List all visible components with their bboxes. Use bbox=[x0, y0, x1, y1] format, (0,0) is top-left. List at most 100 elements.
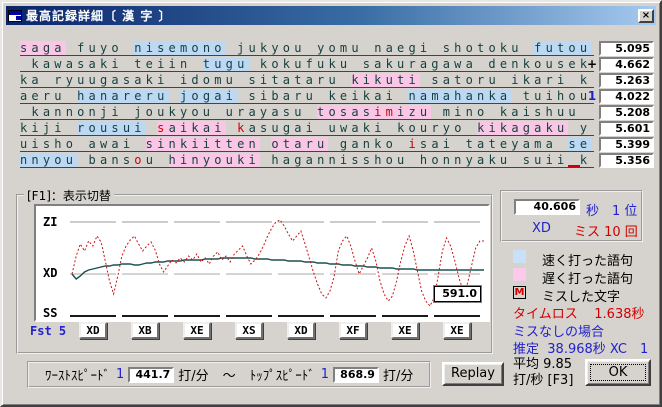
line-mark bbox=[585, 137, 599, 153]
line-mark bbox=[585, 73, 599, 89]
typing-segment: hanareru bbox=[77, 89, 169, 103]
typing-segment: sibaru keikai bbox=[237, 89, 409, 103]
app-icon bbox=[8, 9, 22, 22]
graph-group-label: [F1]：表示切替 bbox=[24, 187, 114, 204]
typing-line: kiji rousui saikai kasugai uwaki kouryo … bbox=[20, 121, 594, 136]
worst-speed-rank: 1 bbox=[116, 367, 125, 382]
line-key-box-3: XE bbox=[183, 322, 211, 339]
fst-label: Fst 5 bbox=[30, 324, 67, 338]
typing-segment bbox=[568, 153, 580, 167]
window-title: 最高記録詳細〔 漢 字 〕 bbox=[26, 9, 172, 23]
typing-line: nnyou bansou hinyouki hagannisshou honny… bbox=[20, 153, 594, 168]
result-stats-box: 40.606 秒 1 位 XD ミス 10 回 bbox=[500, 190, 643, 242]
speed-graph-svg bbox=[70, 219, 484, 317]
typing-line: ka ryuugasaki idomu sitataru kikuti sato… bbox=[20, 73, 594, 88]
fast-label: 速く打った語句 bbox=[542, 254, 634, 269]
typing-lines: saga fuyo nisemono jukyou yomu naegi sho… bbox=[20, 41, 594, 169]
speed-range-panel: ﾜｰｽﾄｽﾋﾟｰﾄﾞ 1 441.7 打/分 ～ ﾄｯﾌﾟｽﾋﾟｰﾄﾞ 1 86… bbox=[27, 361, 431, 388]
typing-segment: asugai uwaki kouryo bbox=[248, 121, 478, 135]
line-mark: 1 bbox=[587, 89, 597, 103]
typing-segment: o bbox=[134, 153, 146, 167]
typing-segment: jogai bbox=[179, 89, 238, 103]
ok-focus-rect bbox=[590, 364, 646, 381]
replay-button[interactable]: Replay bbox=[442, 362, 504, 386]
typing-segment: ka ryuugasaki idomu sitataru bbox=[20, 73, 352, 87]
timeloss-label: タイムロス bbox=[513, 307, 578, 322]
typing-line: saga fuyo nisemono jukyou yomu naegi sho… bbox=[20, 41, 594, 56]
line-key-box-1: XD bbox=[79, 322, 107, 339]
typing-segment: tugu bbox=[202, 57, 249, 71]
typing-line: kannonji joukyou urayasu tosasimizu mino… bbox=[20, 105, 594, 120]
line-time-value: 5.263 bbox=[599, 73, 654, 88]
typing-line: uisho awai sinkiitten otaru ganko isai t… bbox=[20, 137, 594, 152]
top-speed-rank: 1 bbox=[320, 367, 329, 382]
line-time-values: 5.095 4.662 5.263 4.022 5.208 5.601 5.399 5.356 bbox=[599, 41, 654, 169]
close-icon[interactable]: × bbox=[638, 8, 654, 23]
typing-segment: s bbox=[157, 121, 169, 135]
timeloss-value: 1.638秒 bbox=[594, 307, 645, 322]
typing-segment: kannonji joukyou urayasu bbox=[20, 105, 318, 119]
ok-button[interactable]: OK bbox=[585, 359, 651, 386]
titlebar: 最高記録詳細〔 漢 字 〕 × bbox=[6, 6, 656, 25]
typing-segment: kokufuku sakuragawa denkousek bbox=[248, 57, 592, 71]
typing-line: aeru hanareru jogai sibaru keikai namaha… bbox=[20, 89, 594, 104]
typing-segment: mino kaishuu bbox=[431, 105, 580, 119]
line-key-box-7: XE bbox=[391, 322, 419, 339]
typing-segment: rousui bbox=[77, 121, 146, 135]
graph-ylabel-xd: XD bbox=[43, 266, 58, 280]
typing-segment bbox=[226, 121, 237, 135]
line-mark bbox=[585, 121, 599, 137]
fast-swatch bbox=[513, 250, 526, 263]
typing-segment: nnyou bbox=[20, 153, 78, 167]
line-mark bbox=[585, 41, 599, 57]
typing-segment: aikai bbox=[168, 121, 226, 135]
worst-speed-label: ﾜｰｽﾄｽﾋﾟｰﾄﾞ bbox=[45, 369, 110, 384]
record-detail-window: 最高記録詳細〔 漢 字 〕 × saga fuyo nisemono jukyo… bbox=[0, 0, 662, 407]
typing-segment: bans bbox=[77, 153, 135, 167]
typing-segment: saga bbox=[20, 41, 66, 55]
line-time-value: 4.022 bbox=[599, 89, 654, 104]
line-mark: + bbox=[586, 57, 598, 71]
line-time-value: 5.356 bbox=[599, 153, 654, 168]
top-speed-label: ﾄｯﾌﾟｽﾋﾟｰﾄﾞ bbox=[249, 369, 315, 384]
graph-ylabel-ss: SS bbox=[43, 306, 58, 320]
graph-cursor-value: 591.0 bbox=[434, 286, 481, 302]
line-time-value: 5.399 bbox=[599, 137, 654, 152]
typing-segment: futou bbox=[534, 41, 592, 55]
line-mark bbox=[585, 153, 599, 169]
time-unit-label: 秒 bbox=[586, 204, 600, 219]
line-time-value: 5.208 bbox=[599, 105, 654, 120]
top-speed-unit: 打/分 bbox=[382, 369, 414, 384]
typing-segment: hinyouki bbox=[168, 153, 260, 167]
slow-label: 遅く打った語句 bbox=[542, 272, 634, 287]
typing-segment: kiji bbox=[20, 121, 78, 135]
rank-label: 1 位 bbox=[612, 204, 638, 219]
worst-speed-field: 441.7 bbox=[128, 366, 175, 383]
typing-segment: k bbox=[237, 121, 249, 135]
typing-segment: im bbox=[374, 105, 398, 119]
typing-segment: satoru ikari k bbox=[419, 73, 592, 87]
typing-segment bbox=[146, 121, 157, 135]
line-key-box-4: XS bbox=[235, 322, 263, 339]
typing-segment: hagannisshou honnyaku suii bbox=[259, 153, 569, 167]
typing-segment: otaru bbox=[271, 137, 329, 151]
typing-segment: tuihou bbox=[511, 89, 592, 103]
typing-segment: jukyou yomu naegi shotoku bbox=[225, 41, 535, 55]
line-key-box-5: XD bbox=[287, 322, 315, 339]
typing-segment: ganko bbox=[328, 137, 409, 151]
typing-segment: u bbox=[145, 153, 169, 167]
typing-segment: sai tateyama bbox=[419, 137, 569, 151]
top-speed-field: 868.9 bbox=[332, 366, 379, 383]
typing-segment: i bbox=[408, 137, 420, 151]
average-line-2: 打/秒 [F3] bbox=[513, 373, 574, 388]
miss-badge-icon: M bbox=[513, 286, 526, 299]
mode-label: XD bbox=[532, 221, 551, 236]
timeloss-line: タイムロス 1.638秒 bbox=[513, 303, 645, 322]
graph-ylabel-zi: ZI bbox=[43, 215, 58, 229]
graph-group: [F1]：表示切替 ZI XD SS 591.0 Fst 5 XD XB XE … bbox=[16, 187, 493, 354]
line-time-value: 4.662 bbox=[599, 57, 654, 72]
line-time-value: 5.095 bbox=[599, 41, 654, 56]
typing-segment: aeru bbox=[20, 89, 78, 103]
typing-line: kawasaki teiin tugu kokufuku sakuragawa … bbox=[20, 57, 594, 72]
slow-swatch bbox=[513, 268, 526, 281]
